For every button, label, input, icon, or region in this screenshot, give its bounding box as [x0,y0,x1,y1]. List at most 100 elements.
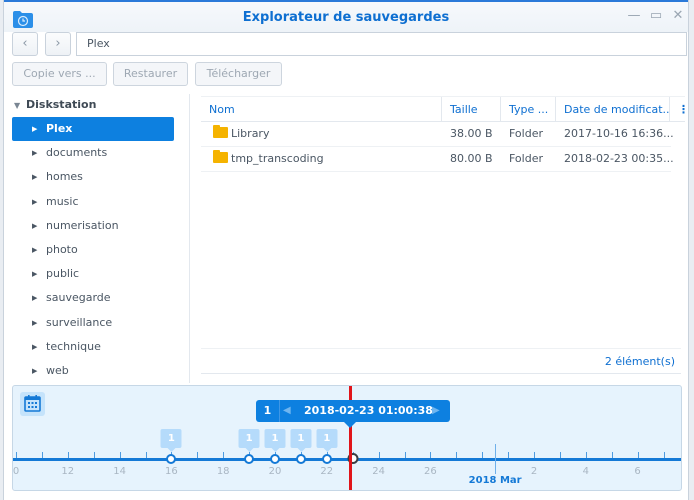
column-type[interactable]: Type ... [501,97,556,122]
snapshot-marker[interactable] [166,454,177,464]
path-input[interactable]: Plex [76,32,687,56]
timeline-tick [223,452,225,458]
caret-right-icon: ▶ [32,367,38,375]
caret-right-icon: ▶ [32,197,38,206]
caret-right-icon: ▶ [32,173,38,182]
month-label: 2018 Mar [468,475,522,486]
snapshot-marker[interactable] [244,454,255,464]
copy-to-button[interactable]: Copie vers ... [12,62,107,86]
snapshot-count-badge[interactable]: 1 [238,429,260,452]
minimize-button[interactable]: — [627,9,641,23]
tree-item-public[interactable]: ▶ public [12,262,174,286]
snapshot-marker[interactable] [295,454,306,464]
file-list-header: Nom Taille Type ... Date de modificat...… [201,96,685,122]
timeline-tick [534,452,535,458]
timeline-tick [16,452,17,458]
calendar-icon [24,395,41,412]
tree-item-label: numerisation [46,218,119,232]
tree-item-label: sauvegarde [46,291,111,305]
tree-item-plex[interactable]: ▶ Plex [12,117,174,141]
back-button[interactable]: ‹ [12,32,38,56]
snapshot-timeline[interactable]: 0 12 14 16 18 20 22 24 26 2 4 6 2018 Mar 1 1 1 1 1 1 ◀ 20… [12,385,682,491]
maximize-button[interactable]: ▭ [649,9,663,23]
tree-item-homes[interactable]: ▶ homes [12,165,174,189]
caret-right-icon: ▶ [32,294,38,303]
item-count: 2 élément(s) [604,355,675,368]
previous-snapshot-button[interactable]: ◀ [283,400,295,422]
timeline-tick [119,452,121,458]
tree-item-label: photo [46,243,78,256]
tree-item-music[interactable]: ▶ music [12,190,174,214]
timeline-tick-label: 2 [530,466,538,477]
timeline-tick-label: 0 [12,466,20,477]
timeline-tick [585,452,587,458]
navigation-bar: ‹ › Plex [4,32,688,60]
tree-item-documents[interactable]: ▶ documents [12,141,174,165]
calendar-button[interactable] [20,392,45,416]
tree-item-label: documents [46,146,108,160]
timeline-tick-label: 4 [582,466,589,477]
file-type: Folder [509,152,543,165]
file-size: 38.00 B [450,127,493,140]
chevron-left-icon: ‹ [22,36,28,51]
file-type: Folder [509,127,543,140]
tree-item-numerisation[interactable]: ▶ numerisation [12,214,174,238]
timeline-tick-label: 24 [372,466,385,477]
backup-explorer-window: Explorateur de sauvegardes — ▭ ✕ ‹ › Ple… [3,0,689,500]
tree-item-surveillance[interactable]: ▶ surveillance [12,311,174,335]
timeline-tick [378,452,380,458]
tree-item-label: technique [46,339,101,353]
timeline-tick [197,452,199,458]
file-row[interactable]: Library 38.00 B Folder 2017-10-16 16:36... [201,122,674,147]
timeline-tick [637,452,639,458]
timeline-tick [611,452,613,458]
caret-right-icon: ▶ [32,246,38,254]
file-size: 80.00 B [450,152,493,165]
file-name-cell: Library [205,122,442,146]
timeline-tick [145,452,147,458]
tree-item-photo[interactable]: ▶ photo [12,238,174,262]
close-button[interactable]: ✕ [671,9,685,23]
tree-item-label: homes [46,170,83,184]
column-date[interactable]: Date de modificat... [556,97,670,122]
tree-item-label: surveillance [46,315,113,329]
file-row[interactable]: tmp_transcoding 80.00 B Folder 2018-02-23 0… [201,147,674,172]
timeline-tick-label: 14 [113,466,126,477]
chevron-right-icon: › [55,36,61,51]
file-list: Nom Taille Type ... Date de modificat...… [201,96,685,376]
snapshot-marker[interactable] [321,454,332,464]
column-name[interactable]: Nom [201,97,442,122]
timeline-tick [663,452,665,458]
snapshot-count-badge[interactable]: 1 [264,429,286,452]
snapshot-count-badge[interactable]: 1 [316,429,338,452]
timeline-tick-label: 16 [165,466,178,477]
tree-item-label: web [46,364,69,377]
toolbar: Copie vers ... Restaurer Télécharger [4,61,688,87]
next-snapshot-button[interactable]: ▶ [432,400,444,422]
column-size[interactable]: Taille [442,97,501,122]
month-boundary-line [495,444,497,474]
forward-button[interactable]: › [45,32,71,56]
snapshot-date: 2018-02-23 01:00:38 [304,404,433,417]
snapshot-count-badge[interactable]: 1 [160,429,182,452]
tree-item-technique[interactable]: ▶ technique [12,335,174,359]
file-name: Library [231,127,270,140]
snapshot-marker[interactable] [270,454,280,464]
file-name-cell: tmp_transcoding [205,147,442,171]
tree-item-sauvegarde[interactable]: ▶ sauvegarde [12,286,174,310]
restore-button[interactable]: Restaurer [113,62,188,86]
tree-item-web[interactable]: ▶ web [12,359,174,383]
caret-right-icon: ▶ [32,125,38,133]
file-date: 2018-02-23 00:35... [564,152,674,165]
timeline-tick [559,452,561,458]
tree-root-diskstation[interactable]: ▼ Diskstation [14,98,96,111]
folder-icon [213,150,228,163]
column-options-icon[interactable]: ⋮ [670,97,685,122]
title-bar: Explorateur de sauvegardes — ▭ ✕ [4,0,688,32]
file-date: 2017-10-16 16:36... [564,127,674,140]
timeline-tick [41,452,43,458]
timeline-tick-label: 6 [634,466,641,477]
snapshot-count-badge[interactable]: 1 [290,429,312,452]
download-button[interactable]: Télécharger [195,62,282,86]
timeline-tick [482,452,484,458]
